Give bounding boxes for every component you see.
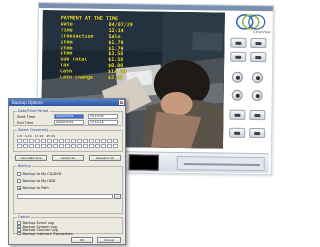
start-time-field[interactable]: 12:14:03 — [88, 114, 118, 119]
deselect-all-button[interactable]: Deselect All — [89, 155, 121, 161]
snapshot-button[interactable] — [249, 109, 266, 121]
backup-hdd-option[interactable]: Backup to My HDD — [17, 179, 55, 183]
record-button[interactable] — [231, 71, 244, 83]
radio-icon[interactable] — [17, 172, 21, 176]
options-label: Option — [17, 215, 31, 219]
backup-target-group: Backup Backup to My CD/DVD Backup to My … — [13, 164, 123, 214]
backup-path-option[interactable]: Backup to Path — [17, 186, 49, 190]
print-button[interactable] — [229, 127, 246, 138]
backup-cd-option[interactable]: Backup to My CD/DVD — [17, 172, 61, 176]
time-period-group: Date/Time Period Start Time 2004/07/29 1… — [13, 109, 123, 126]
camera-select-group: Select Camera(s) 1-8 9-16 17-24 25-32 — [13, 128, 123, 152]
settings-button[interactable] — [251, 89, 263, 102]
calculate-size-button[interactable]: Calculate Size — [15, 155, 47, 161]
search-button[interactable] — [251, 71, 264, 84]
ok-button[interactable]: OK — [71, 237, 93, 243]
time-period-label: Date/Time Period — [17, 109, 50, 113]
end-time-label: End Time — [17, 121, 34, 125]
clearview-logo — [235, 14, 266, 30]
dialog-title[interactable]: Backup Options — [9, 99, 125, 106]
time-display — [128, 154, 159, 171]
backup-path-input[interactable] — [17, 194, 113, 199]
option-interlock-transaction[interactable]: Backup Interlock Transaction — [17, 232, 73, 236]
checkbox-icon[interactable] — [17, 231, 21, 236]
backup-dialog: Backup Options x Date/Time Period Start … — [8, 98, 126, 245]
layout-1-button[interactable] — [230, 37, 247, 48]
layout-16-button[interactable] — [250, 51, 267, 63]
layout-9-button[interactable] — [230, 51, 247, 62]
start-time-label: Start Time — [17, 115, 36, 119]
end-time-field[interactable]: 12:14:16 — [88, 120, 118, 125]
camera-select-label: Select Camera(s) — [17, 128, 50, 132]
close-icon[interactable]: x — [119, 100, 124, 105]
end-date-field[interactable]: 2004/07/29 — [54, 120, 84, 125]
layout-4-button[interactable] — [250, 37, 267, 49]
camera-checkbox-row[interactable] — [17, 139, 121, 143]
cancel-button[interactable]: Cancel — [97, 237, 121, 243]
select-all-button[interactable]: Select All — [52, 155, 84, 161]
exit-button[interactable] — [249, 127, 266, 139]
options-group: Option Backup Event Log Backup System Lo… — [13, 215, 123, 236]
camera-range-label: 25-32 — [46, 134, 56, 138]
camera-checkbox-row[interactable] — [17, 144, 121, 148]
ptz-button[interactable] — [229, 109, 246, 120]
browse-button[interactable]: ... — [114, 194, 121, 199]
transaction-overlay: PAYMENT AT THE TIME Date 04/07/29 Time 12:… — [60, 15, 161, 82]
camera-range-label: 9-16 — [24, 134, 32, 138]
timeline-slider[interactable] — [176, 155, 265, 172]
camera-header-row: 1-8 9-16 17-24 25-32 — [17, 134, 121, 138]
start-date-field[interactable]: 2004/07/29 — [54, 114, 84, 119]
camera-range-label: 17-24 — [34, 134, 44, 138]
radio-selected-icon[interactable] — [17, 186, 21, 190]
backup-target-label: Backup — [17, 164, 32, 168]
logo-text: ClearView — [253, 30, 271, 35]
radio-icon[interactable] — [17, 179, 21, 183]
control-panel — [227, 36, 271, 149]
camera-range-label: 1-8 — [17, 134, 22, 138]
backup-button[interactable] — [231, 89, 243, 101]
